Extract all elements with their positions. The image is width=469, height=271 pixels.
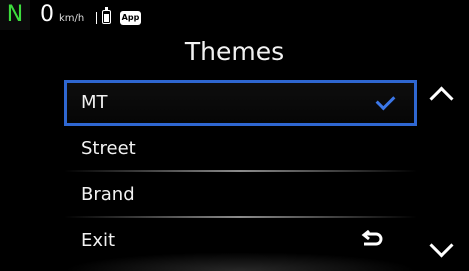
page-title: Themes — [184, 37, 285, 66]
menu-item-label: Street — [81, 138, 136, 159]
status-divider — [96, 12, 97, 24]
back-arrow-icon — [361, 230, 383, 246]
status-bar: N 0 km/h App — [0, 0, 469, 30]
menu-item-mt[interactable]: MT — [64, 80, 417, 126]
check-icon — [375, 90, 396, 111]
speed-value: 0 — [40, 2, 54, 27]
gear-indicator: N — [0, 0, 30, 30]
battery-icon — [102, 7, 111, 24]
themes-menu: MT Street Brand Exit — [64, 80, 417, 264]
app-badge: App — [120, 11, 141, 25]
chevron-up-icon[interactable] — [429, 86, 454, 111]
menu-item-label: MT — [81, 92, 108, 113]
menu-item-label: Brand — [81, 184, 135, 205]
chevron-down-icon[interactable] — [429, 233, 454, 258]
speed-unit: km/h — [59, 13, 85, 24]
menu-item-street[interactable]: Street — [64, 126, 417, 172]
bottom-glow — [64, 252, 417, 271]
menu-item-brand[interactable]: Brand — [64, 172, 417, 218]
